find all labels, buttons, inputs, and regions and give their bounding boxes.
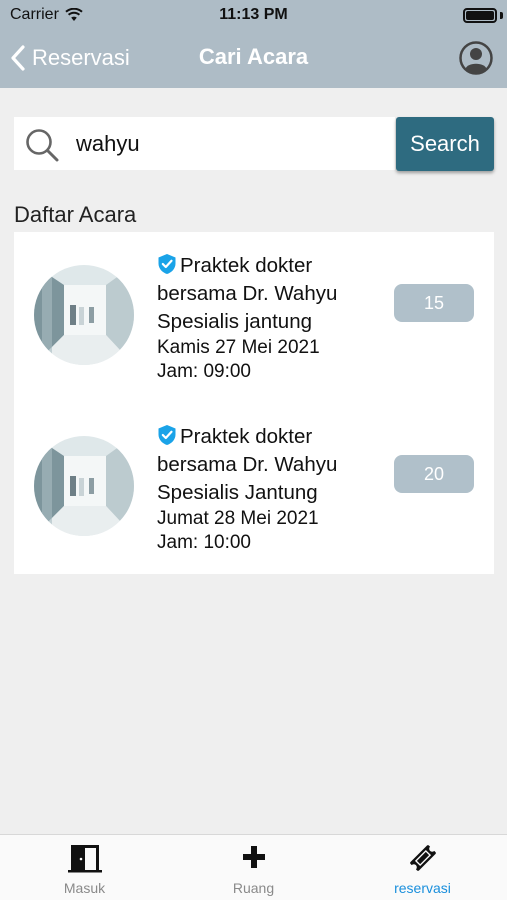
event-info: Praktek dokter bersama Dr. Wahyu Spesial…	[157, 252, 392, 384]
tab-label: reservasi	[394, 880, 451, 896]
search-field	[14, 117, 395, 170]
search-input[interactable]	[76, 125, 386, 163]
event-thumbnail	[34, 436, 134, 536]
list-item[interactable]: Praktek dokter bersama Dr. Wahyu Spesial…	[14, 403, 494, 574]
status-bar: Carrier 11:13 PM	[0, 0, 507, 30]
door-icon	[67, 845, 102, 873]
event-time: Jam: 09:00	[157, 361, 251, 382]
nav-bar: Reservasi Cari Acara	[0, 30, 507, 88]
profile-button[interactable]	[459, 41, 493, 75]
user-avatar-icon	[459, 41, 493, 75]
tab-label: Ruang	[232, 880, 275, 896]
plus-icon	[242, 846, 265, 868]
verified-shield-icon	[158, 425, 176, 445]
event-title-text: Praktek dokter bersama Dr. Wahyu Spesial…	[157, 254, 338, 333]
tab-masuk[interactable]: Masuk	[0, 835, 169, 900]
search-icon	[26, 129, 59, 162]
battery-tip	[500, 12, 503, 19]
event-date: Jumat 28 Mei 2021	[157, 508, 319, 529]
search-button[interactable]: Search	[396, 117, 494, 171]
verified-shield-icon	[158, 254, 176, 274]
event-title-text: Praktek dokter bersama Dr. Wahyu Spesial…	[157, 425, 338, 504]
status-time: 11:13 PM	[219, 6, 288, 23]
event-time: Jam: 10:00	[157, 532, 251, 553]
count-badge: 15	[394, 284, 474, 322]
count-badge: 20	[394, 455, 474, 493]
tab-bar: Masuk Ruang reservasi	[0, 834, 507, 900]
battery-icon	[463, 8, 497, 23]
section-heading: Daftar Acara	[14, 202, 137, 227]
page-title: Cari Acara	[198, 44, 309, 69]
event-list: Praktek dokter bersama Dr. Wahyu Spesial…	[14, 232, 494, 574]
event-thumbnail	[34, 265, 134, 365]
event-title: Praktek dokter bersama Dr. Wahyu Spesial…	[157, 252, 392, 336]
ticket-icon	[409, 845, 436, 871]
tab-label: Masuk	[63, 880, 106, 896]
list-item[interactable]: Praktek dokter bersama Dr. Wahyu Spesial…	[14, 232, 494, 403]
event-title: Praktek dokter bersama Dr. Wahyu Spesial…	[157, 423, 392, 507]
tab-reservasi[interactable]: reservasi	[338, 835, 507, 900]
event-date: Kamis 27 Mei 2021	[157, 337, 320, 358]
tab-ruang[interactable]: Ruang	[169, 835, 338, 900]
event-info: Praktek dokter bersama Dr. Wahyu Spesial…	[157, 423, 392, 555]
